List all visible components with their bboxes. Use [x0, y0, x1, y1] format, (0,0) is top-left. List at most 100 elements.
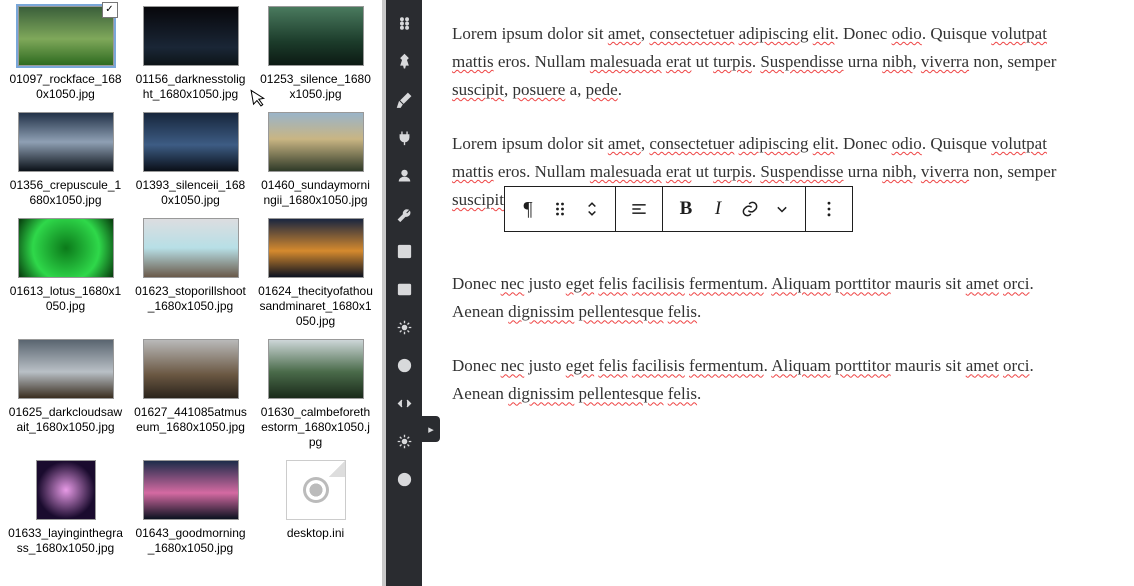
file-item[interactable]: 01097_rockface_1680x1050.jpg: [8, 6, 123, 102]
thumbnail: [268, 6, 364, 66]
spellcheck-word[interactable]: mattis: [452, 52, 494, 71]
spellcheck-word[interactable]: consectetuer: [649, 24, 734, 43]
plug-icon[interactable]: [387, 120, 421, 154]
spellcheck-word[interactable]: felis: [668, 384, 697, 403]
spellcheck-word[interactable]: dignissim: [508, 384, 574, 403]
spellcheck-word[interactable]: consectetuer: [649, 134, 734, 153]
spellcheck-word[interactable]: pellentesque: [579, 302, 664, 321]
spellcheck-word[interactable]: porttitor: [835, 356, 891, 375]
grip-icon[interactable]: [387, 6, 421, 40]
move-up-down-button[interactable]: [576, 187, 608, 231]
align-button[interactable]: [623, 187, 655, 231]
collapse-sidebar-button[interactable]: ▸: [422, 416, 440, 442]
spellcheck-word[interactable]: adipiscing: [739, 134, 809, 153]
spellcheck-word[interactable]: orci: [1003, 274, 1029, 293]
spellcheck-word[interactable]: felis: [598, 274, 627, 293]
file-item[interactable]: 01643_goodmorning_1680x1050.jpg: [133, 460, 248, 556]
brush-icon[interactable]: [387, 82, 421, 116]
spellcheck-word[interactable]: Aliquam: [771, 274, 831, 293]
spellcheck-word[interactable]: Aliquam: [771, 356, 831, 375]
spellcheck-word[interactable]: erat: [666, 52, 691, 71]
spellcheck-word[interactable]: pede: [586, 80, 618, 99]
pin-icon[interactable]: [387, 44, 421, 78]
spellcheck-word[interactable]: turpis: [713, 52, 752, 71]
spellcheck-word[interactable]: odio: [892, 134, 922, 153]
file-item[interactable]: 01625_darkcloudsawait_1680x1050.jpg: [8, 339, 123, 450]
spellcheck-word[interactable]: amet: [966, 356, 999, 375]
spellcheck-word[interactable]: porttitor: [835, 274, 891, 293]
spellcheck-word[interactable]: posuere: [512, 80, 565, 99]
block-type-paragraph-button[interactable]: ¶: [512, 187, 544, 231]
play-icon[interactable]: [387, 462, 421, 496]
paragraph-block[interactable]: Donec nec justo eget felis facilisis fer…: [452, 352, 1072, 408]
file-item[interactable]: 01624_thecityofathousandminaret_1680x105…: [258, 218, 373, 329]
more-richtext-button[interactable]: [766, 187, 798, 231]
file-item[interactable]: 01356_crepuscule_1680x1050.jpg: [8, 112, 123, 208]
spellcheck-word[interactable]: malesuada: [590, 162, 662, 181]
spellcheck-word[interactable]: amet: [966, 274, 999, 293]
spellcheck-word[interactable]: felis: [598, 356, 627, 375]
spellcheck-word[interactable]: fermentum: [689, 356, 764, 375]
gear-icon[interactable]: [387, 310, 421, 344]
spellcheck-word[interactable]: volutpat: [991, 134, 1047, 153]
gear2-icon[interactable]: [387, 424, 421, 458]
file-item[interactable]: 01630_calmbeforethestorm_1680x1050.jpg: [258, 339, 373, 450]
spellcheck-word[interactable]: pellentesque: [579, 384, 664, 403]
spellcheck-word[interactable]: nec: [501, 356, 525, 375]
spellcheck-word[interactable]: malesuada: [590, 52, 662, 71]
link-button[interactable]: [734, 187, 766, 231]
spellcheck-word[interactable]: felis: [668, 302, 697, 321]
file-item[interactable]: 01253_silence_1680x1050.jpg: [258, 6, 373, 102]
file-item[interactable]: 01633_layinginthegrass_1680x1050.jpg: [8, 460, 123, 556]
spellcheck-word[interactable]: adipiscing: [739, 24, 809, 43]
spellcheck-word[interactable]: amet: [608, 24, 641, 43]
content-editor[interactable]: Lorem ipsum dolor sit amet, consectetuer…: [422, 0, 1134, 586]
user-icon[interactable]: [387, 158, 421, 192]
code-icon[interactable]: [387, 386, 421, 420]
panel-icon[interactable]: [387, 272, 421, 306]
spellcheck-word[interactable]: fermentum: [689, 274, 764, 293]
file-item[interactable]: 01393_silenceii_1680x1050.jpg: [133, 112, 248, 208]
spellcheck-word[interactable]: dignissim: [508, 302, 574, 321]
paragraph-block[interactable]: Lorem ipsum dolor sit amet, consectetuer…: [452, 20, 1072, 104]
spellcheck-word[interactable]: suscipit: [452, 80, 504, 99]
spellcheck-word[interactable]: eget: [566, 274, 594, 293]
bold-button[interactable]: B: [670, 187, 702, 231]
spellcheck-word[interactable]: nibh: [882, 162, 912, 181]
spellcheck-word[interactable]: eget: [566, 356, 594, 375]
spellcheck-word[interactable]: viverra: [921, 162, 969, 181]
file-item[interactable]: 01627_441085atmuseum_1680x1050.jpg: [133, 339, 248, 450]
file-item[interactable]: 01460_sundaymorningii_1680x1050.jpg: [258, 112, 373, 208]
filename-label: 01643_goodmorning_1680x1050.jpg: [133, 526, 248, 556]
spellcheck-word[interactable]: erat: [666, 162, 691, 181]
file-item[interactable]: 01613_lotus_1680x1050.jpg: [8, 218, 123, 329]
thumbnail: [18, 218, 114, 278]
italic-button[interactable]: I: [702, 187, 734, 231]
spellcheck-word[interactable]: odio: [892, 24, 922, 43]
layout-icon[interactable]: [387, 234, 421, 268]
spellcheck-word[interactable]: viverra: [921, 52, 969, 71]
file-item[interactable]: desktop.ini: [258, 460, 373, 556]
yoast-icon[interactable]: [387, 348, 421, 382]
spellcheck-word[interactable]: nibh: [882, 52, 912, 71]
file-item[interactable]: 01623_stoporillshoot_1680x1050.jpg: [133, 218, 248, 329]
spellcheck-word[interactable]: suscipit: [452, 190, 504, 209]
spellcheck-word[interactable]: elit: [813, 134, 835, 153]
spellcheck-word[interactable]: nec: [501, 274, 525, 293]
paragraph-block[interactable]: Donec nec justo eget felis facilisis fer…: [452, 270, 1072, 326]
wrench-icon[interactable]: [387, 196, 421, 230]
block-options-button[interactable]: [813, 187, 845, 231]
spellcheck-word[interactable]: Suspendisse: [760, 162, 843, 181]
spellcheck-word[interactable]: turpis: [713, 162, 752, 181]
spellcheck-word[interactable]: facilisis: [632, 274, 685, 293]
drag-handle[interactable]: [544, 187, 576, 231]
spellcheck-word[interactable]: mattis: [452, 162, 494, 181]
spellcheck-word[interactable]: orci: [1003, 356, 1029, 375]
spellcheck-word[interactable]: elit: [813, 24, 835, 43]
spellcheck-word[interactable]: Suspendisse: [760, 52, 843, 71]
spellcheck-word[interactable]: facilisis: [632, 356, 685, 375]
spellcheck-word[interactable]: volutpat: [991, 24, 1047, 43]
filename-label: 01633_layinginthegrass_1680x1050.jpg: [8, 526, 123, 556]
file-item[interactable]: 01156_darknesstolight_1680x1050.jpg: [133, 6, 248, 102]
spellcheck-word[interactable]: amet: [608, 134, 641, 153]
